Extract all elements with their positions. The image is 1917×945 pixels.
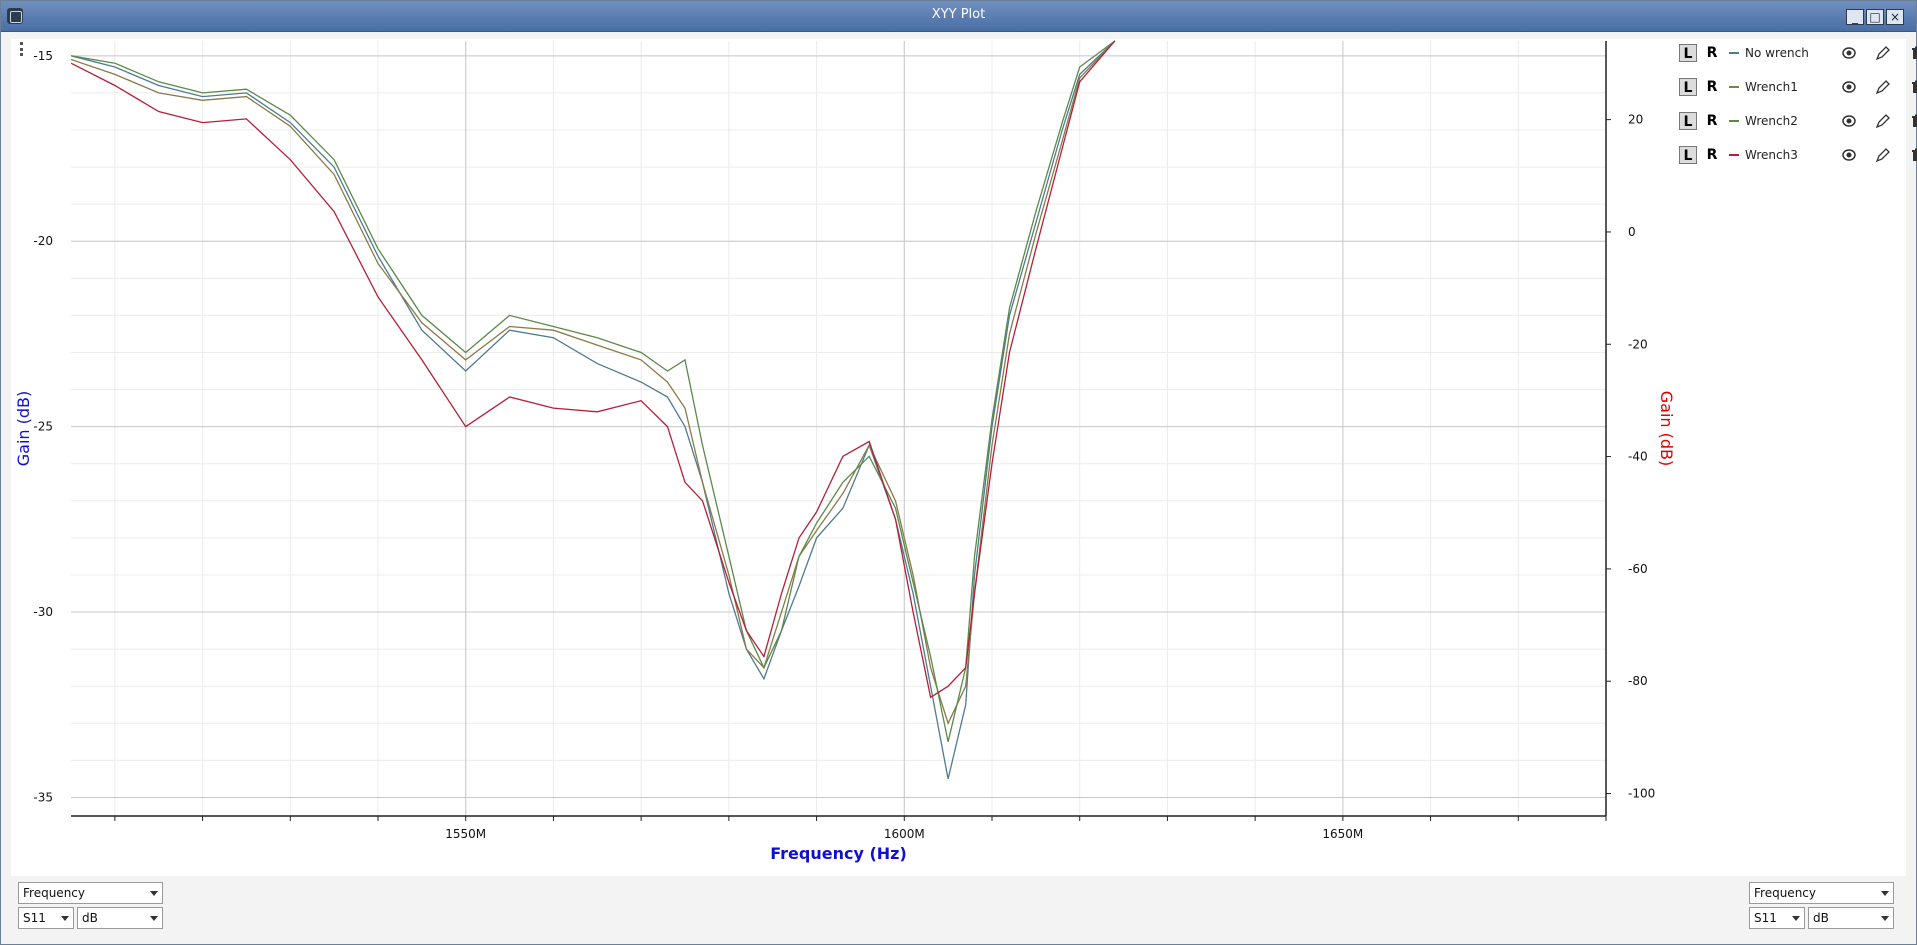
trash-icon[interactable] bbox=[1909, 79, 1917, 95]
visibility-icon[interactable] bbox=[1841, 113, 1857, 129]
right-param-select[interactable]: S11 bbox=[1749, 907, 1805, 929]
left-axis-toggle-wrench1[interactable]: L bbox=[1679, 78, 1697, 96]
series-line-wrench2 bbox=[71, 40, 1116, 742]
left-axis-toggle-no-wrench[interactable]: L bbox=[1679, 44, 1697, 62]
y-right-tick-label: -40 bbox=[1628, 450, 1648, 464]
legend-label: No wrench bbox=[1745, 46, 1809, 60]
trash-icon[interactable] bbox=[1909, 147, 1917, 163]
x-tick-label: 1650M bbox=[1322, 827, 1363, 841]
legend-label: Wrench1 bbox=[1745, 80, 1798, 94]
legend-row: L R Wrench1 bbox=[1679, 77, 1917, 97]
y-right-tick-label: -100 bbox=[1628, 787, 1655, 801]
xyy-chart[interactable]: 1550M 1600M 1650M -15 -20 -25 -30 -35 20 0 -20 -40 -… bbox=[1, 1, 1917, 876]
edit-pen-icon[interactable] bbox=[1875, 45, 1891, 61]
y-left-tick-label: -25 bbox=[33, 420, 53, 434]
trash-icon[interactable] bbox=[1909, 113, 1917, 129]
series-line-wrench3 bbox=[71, 40, 1116, 699]
right-x-axis-select[interactable]: Frequency bbox=[1749, 882, 1894, 904]
legend-row: L R Wrench2 bbox=[1679, 111, 1917, 131]
right-axis-toggle-wrench2[interactable]: R bbox=[1703, 112, 1721, 130]
trash-icon[interactable] bbox=[1909, 45, 1917, 61]
edit-pen-icon[interactable] bbox=[1875, 147, 1891, 163]
x-tick-label: 1550M bbox=[445, 827, 486, 841]
y-right-axis-label: Gain (dB) bbox=[1657, 391, 1676, 467]
right-axis-toggle-wrench3[interactable]: R bbox=[1703, 146, 1721, 164]
legend-label: Wrench3 bbox=[1745, 148, 1798, 162]
y-right-tick-label: -80 bbox=[1628, 674, 1648, 688]
right-axis-toggle-no-wrench[interactable]: R bbox=[1703, 44, 1721, 62]
series-line-no-wrench bbox=[71, 40, 1116, 780]
left-x-axis-select[interactable]: Frequency bbox=[18, 882, 163, 904]
visibility-icon[interactable] bbox=[1841, 79, 1857, 95]
x-tick-label: 1600M bbox=[884, 827, 925, 841]
legend-swatch bbox=[1729, 120, 1739, 122]
y-right-tick-label: -20 bbox=[1628, 337, 1648, 351]
xyy-plot-window: XYY Plot _ □ × 1550M 1600M 1650M -15 -20 -25-… bbox=[0, 0, 1917, 945]
left-axis-toggle-wrench2[interactable]: L bbox=[1679, 112, 1697, 130]
series-line-wrench1 bbox=[71, 40, 1116, 726]
y-left-tick-label: -15 bbox=[33, 49, 53, 63]
edit-pen-icon[interactable] bbox=[1875, 79, 1891, 95]
y-right-tick-label: 0 bbox=[1628, 225, 1636, 239]
axis-controls-panel: Frequency S11 dB Frequency S11 dB bbox=[11, 877, 1906, 935]
y-right-tick-label: -60 bbox=[1628, 562, 1648, 576]
y-left-tick-label: -30 bbox=[33, 605, 53, 619]
legend-row: L R Wrench3 bbox=[1679, 145, 1917, 165]
left-axis-toggle-wrench3[interactable]: L bbox=[1679, 146, 1697, 164]
y-left-tick-label: -20 bbox=[33, 234, 53, 248]
x-axis-label: Frequency (Hz) bbox=[770, 844, 907, 863]
right-axis-toggle-wrench1[interactable]: R bbox=[1703, 78, 1721, 96]
visibility-icon[interactable] bbox=[1841, 45, 1857, 61]
left-param-select[interactable]: S11 bbox=[18, 907, 74, 929]
legend-swatch bbox=[1729, 154, 1739, 156]
y-left-tick-label: -35 bbox=[33, 790, 53, 804]
y-left-axis-label: Gain (dB) bbox=[14, 391, 33, 467]
visibility-icon[interactable] bbox=[1841, 147, 1857, 163]
legend-swatch bbox=[1729, 52, 1739, 54]
left-unit-select[interactable]: dB bbox=[77, 907, 163, 929]
right-unit-select[interactable]: dB bbox=[1808, 907, 1894, 929]
legend-row: L R No wrench bbox=[1679, 43, 1917, 63]
y-right-tick-label: 20 bbox=[1628, 113, 1643, 127]
legend-swatch bbox=[1729, 86, 1739, 88]
edit-pen-icon[interactable] bbox=[1875, 113, 1891, 129]
legend-label: Wrench2 bbox=[1745, 114, 1798, 128]
